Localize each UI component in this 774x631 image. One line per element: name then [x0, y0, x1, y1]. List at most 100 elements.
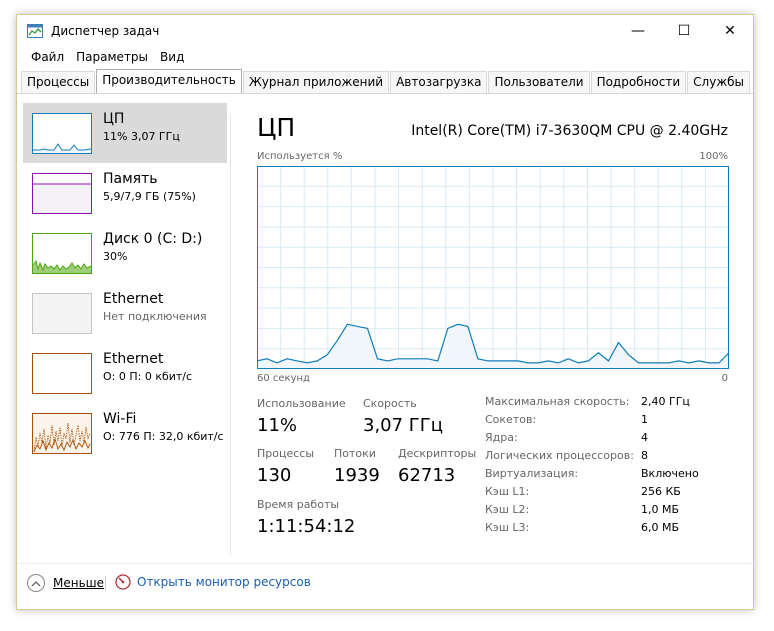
tab-app-history[interactable]: Журнал приложений [242, 71, 390, 93]
ethernet-2-thumbnail-graph [32, 353, 92, 394]
spec-row-cores: Ядра: 4 [485, 431, 735, 449]
handles-label: Дескрипторы [398, 447, 477, 460]
tab-processes[interactable]: Процессы [21, 71, 96, 93]
spec-key: Кэш L1: [485, 485, 530, 498]
processes-label: Процессы [257, 447, 315, 460]
spec-row-l3-cache: Кэш L3: 6,0 МБ [485, 521, 735, 539]
threads-value: 1939 [334, 465, 380, 486]
ethernet-1-thumbnail-graph [32, 293, 92, 334]
menu-options[interactable]: Параметры [70, 47, 154, 69]
tab-users[interactable]: Пользователи [488, 71, 590, 93]
sidebar-memory-sub: 5,9/7,9 ГБ (75%) [103, 190, 196, 203]
spec-value: Включено [641, 467, 699, 480]
spec-key: Кэш L3: [485, 521, 530, 534]
processes-value: 130 [257, 465, 292, 486]
open-resource-monitor-label: Открыть монитор ресурсов [137, 575, 311, 589]
sidebar-wifi-sub: О: 776 П: 32,0 кбит/с [103, 430, 224, 443]
tab-strip: Процессы Производительность Журнал прило… [21, 69, 751, 93]
spec-key: Виртуализация: [485, 467, 579, 480]
minimize-icon: — [631, 23, 645, 39]
resource-monitor-icon [115, 574, 131, 590]
sidebar-item-disk[interactable]: Диск 0 (C: D:) 30% [23, 223, 227, 283]
cpu-usage-graph [257, 166, 729, 369]
tab-details[interactable]: Подробности [590, 71, 687, 93]
graph-top-right-label: 100% [699, 151, 728, 162]
maximize-button[interactable]: ☐ [661, 15, 707, 47]
menu-bar: Файл Параметры Вид [17, 47, 753, 69]
uptime-value: 1:11:54:12 [257, 516, 356, 537]
sidebar-item-cpu[interactable]: ЦП 11% 3,07 ГГц [23, 103, 227, 163]
task-manager-window: Диспетчер задач — ☐ ✕ Файл Параметры Вид… [16, 14, 754, 610]
sidebar-disk-sub: 30% [103, 250, 128, 263]
sidebar-ethernet-1-title: Ethernet [103, 291, 164, 307]
sidebar-ethernet-2-sub: О: 0 П: 0 кбит/с [103, 370, 193, 383]
sidebar-item-ethernet-2[interactable]: Ethernet О: 0 П: 0 кбит/с [23, 343, 227, 403]
tab-divider [17, 93, 753, 94]
spec-value: 6,0 МБ [641, 521, 680, 534]
spec-value: 1 [641, 413, 648, 426]
spec-value: 1,0 МБ [641, 503, 680, 516]
spec-key: Ядра: [485, 431, 518, 444]
utilization-label: Использование [257, 397, 346, 410]
cpu-thumbnail-graph [32, 113, 92, 154]
footer-separator [17, 563, 753, 564]
sidebar-item-wifi[interactable]: Wi-Fi О: 776 П: 32,0 кбит/с [23, 403, 227, 463]
sidebar-cpu-sub: 11% 3,07 ГГц [103, 130, 180, 143]
handles-value: 62713 [398, 465, 456, 486]
spec-value: 8 [641, 449, 648, 462]
close-icon: ✕ [724, 23, 736, 39]
spec-row-sockets: Сокетов: 1 [485, 413, 735, 431]
sidebar-cpu-title: ЦП [103, 111, 125, 127]
chevron-up-icon [27, 574, 45, 592]
fewer-details-label: Меньше [53, 576, 105, 590]
spec-key: Кэш L2: [485, 503, 530, 516]
uptime-label: Время работы [257, 498, 340, 511]
tab-performance[interactable]: Производительность [96, 69, 242, 93]
spec-value: 4 [641, 431, 648, 444]
minimize-button[interactable]: — [615, 15, 661, 47]
speed-value: 3,07 ГГц [363, 415, 444, 436]
threads-label: Потоки [334, 447, 376, 460]
menu-view[interactable]: Вид [154, 47, 190, 69]
spec-row-virtualization: Виртуализация: Включено [485, 467, 735, 485]
utilization-value: 11% [257, 415, 298, 436]
sidebar-memory-title: Память [103, 171, 158, 187]
sidebar-item-memory[interactable]: Память 5,9/7,9 ГБ (75%) [23, 163, 227, 223]
window-title: Диспетчер задач [51, 24, 160, 38]
cpu-spec-table: Максимальная скорость: 2,40 ГГц Сокетов: 1… [485, 395, 735, 539]
fewer-details-button[interactable]: Меньше [27, 574, 104, 592]
sidebar-wifi-title: Wi-Fi [103, 411, 137, 427]
menu-file[interactable]: Файл [25, 47, 70, 69]
tab-startup[interactable]: Автозагрузка [390, 71, 488, 93]
maximize-icon: ☐ [677, 23, 691, 39]
sidebar-ethernet-1-sub: Нет подключения [103, 310, 207, 323]
spec-key: Максимальная скорость: [485, 395, 630, 408]
main-title: ЦП [257, 113, 296, 142]
spec-row-l2-cache: Кэш L2: 1,0 МБ [485, 503, 735, 521]
disk-thumbnail-graph [32, 233, 92, 274]
spec-row-l1-cache: Кэш L1: 256 КБ [485, 485, 735, 503]
spec-value: 2,40 ГГц [641, 395, 690, 408]
spec-key: Сокетов: [485, 413, 537, 426]
wifi-thumbnail-graph [32, 413, 92, 454]
task-manager-app-icon [27, 24, 43, 38]
resource-sidebar: ЦП 11% 3,07 ГГц Память 5,9/7,9 ГБ (75%) … [23, 103, 227, 463]
open-resource-monitor-link[interactable]: Открыть монитор ресурсов [115, 574, 311, 590]
sidebar-ethernet-2-title: Ethernet [103, 351, 164, 367]
cpu-model-name: Intel(R) Core(TM) i7-3630QM CPU @ 2.40GH… [411, 123, 728, 139]
graph-bottom-right-label: 0 [721, 373, 728, 384]
speed-label: Скорость [363, 397, 417, 410]
memory-thumbnail-graph [32, 173, 92, 214]
footer-divider [105, 576, 106, 590]
spec-value: 256 КБ [641, 485, 681, 498]
graph-top-left-label: Используется % [257, 151, 343, 162]
sidebar-item-ethernet-1[interactable]: Ethernet Нет подключения [23, 283, 227, 343]
close-button[interactable]: ✕ [707, 15, 753, 47]
spec-row-max-speed: Максимальная скорость: 2,40 ГГц [485, 395, 735, 413]
title-bar: Диспетчер задач — ☐ ✕ [17, 15, 753, 47]
tab-services[interactable]: Службы [687, 71, 751, 93]
graph-bottom-left-label: 60 секунд [257, 373, 310, 384]
panel-separator [230, 115, 231, 555]
spec-key: Логических процессоров: [485, 449, 634, 462]
sidebar-disk-title: Диск 0 (C: D:) [103, 231, 203, 247]
